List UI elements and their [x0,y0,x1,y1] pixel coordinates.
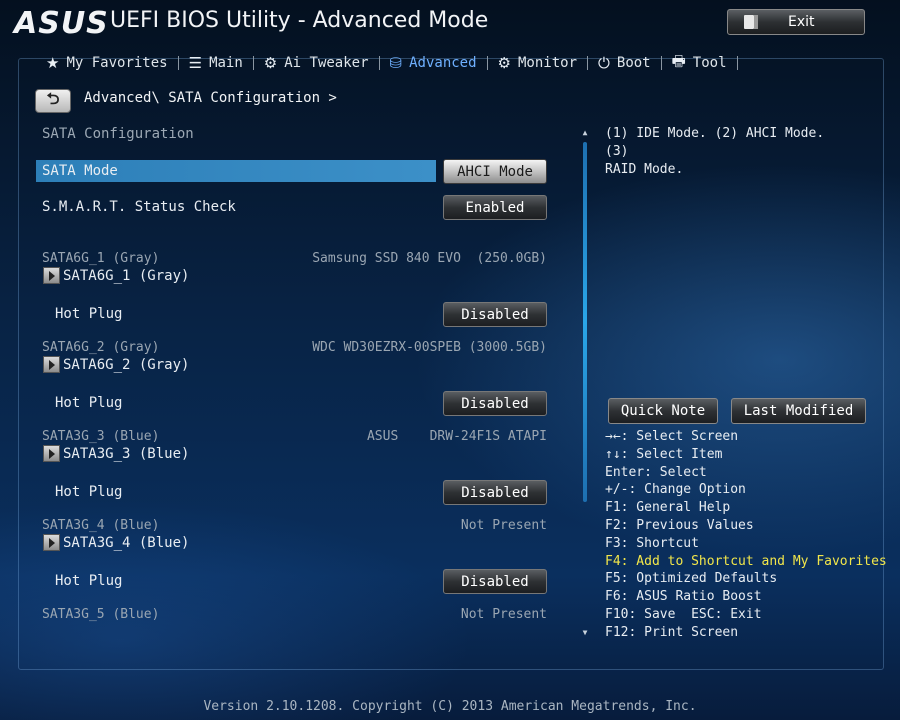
hot-plug-button[interactable]: Disabled [443,302,547,327]
submenu-label: SATA3G_3 (Blue) [63,445,190,462]
submenu-label: SATA3G_4 (Blue) [63,534,190,551]
port-submenu-item[interactable]: SATA6G_2 (Gray) [43,356,189,373]
port-device: WDC WD30EZRX-00SPEB (3000.5GB) [312,340,547,355]
smart-status-button[interactable]: Enabled [443,195,547,220]
key-hint: Enter: Select [605,464,707,480]
submenu-label: SATA6G_1 (Gray) [63,267,190,284]
key-hint: →←: Select Screen [605,429,739,444]
port-device: Not Present [460,607,547,622]
smart-status-label: S.M.A.R.T. Status Check [42,199,236,215]
tab-my-favorites[interactable]: ★ My Favorites [36,50,178,76]
back-button[interactable]: ⮌ [35,89,71,113]
key-hint: +/-: Change Option [605,482,746,498]
port-name: SATA3G_4 (Blue) [42,518,160,533]
star-icon: ★ [46,54,60,72]
submenu-arrow-icon [43,445,60,462]
submenu-label: SATA6G_2 (Gray) [63,356,190,373]
hot-plug-button[interactable]: Disabled [443,480,547,505]
tab-label: Main [209,55,243,71]
tool-icon: 🖶 [671,51,686,70]
section-title: SATA Configuration [42,126,194,142]
tab-label: Advanced [409,55,477,71]
key-hint: F1: General Help [605,500,731,516]
tab-monitor[interactable]: ⚙ Monitor [488,50,587,76]
port-name: SATA3G_3 (Blue) [42,429,160,444]
tab-label: Tool [692,55,727,71]
port-device: Not Present [460,518,547,533]
submenu-arrow-icon [43,267,60,284]
hot-plug-button[interactable]: Disabled [443,391,547,416]
hot-plug-button[interactable]: Disabled [443,569,547,594]
back-arrow-icon: ⮌ [46,88,60,108]
key-hint: F12: Print Screen [605,624,739,640]
port-submenu-item[interactable]: SATA3G_4 (Blue) [43,534,189,551]
port-name: SATA3G_5 (Blue) [42,607,160,622]
port-name: SATA6G_1 (Gray) [42,251,160,266]
scroll-up-arrow-icon[interactable]: ▲ [581,128,589,138]
tab-label: My Favorites [66,55,168,71]
tab-bar: ★ My Favorites ☰ Main ⚙ Ai Tweaker ⛁ Adv… [36,50,738,76]
tab-label: Ai Tweaker [284,55,369,71]
version-footer: Version 2.10.1208. Copyright (C) 2013 Am… [203,699,697,714]
exit-door-icon [744,15,758,29]
hot-plug-label: Hot Plug [55,306,123,322]
quick-note-button[interactable]: Quick Note [608,398,718,424]
app-title: UEFI BIOS Utility - Advanced Mode [110,8,489,33]
sata-mode-label: SATA Mode [42,163,118,179]
hot-plug-label: Hot Plug [55,573,123,589]
breadcrumb: Advanced\ SATA Configuration > [84,90,337,106]
tab-ai-tweaker[interactable]: ⚙ Ai Tweaker [254,50,379,76]
help-text: (1) IDE Mode. (2) AHCI Mode. (3) RAID Mo… [605,125,855,179]
submenu-arrow-icon [43,356,60,373]
tab-label: Monitor [518,55,578,71]
port-submenu-item[interactable]: SATA6G_1 (Gray) [43,267,189,284]
key-hint: ↑↓: Select Item [605,446,723,462]
key-legend: →←: Select Screen ↑↓: Select Item Enter:… [605,428,887,642]
tab-boot[interactable]: ⏻ Boot [588,50,661,76]
last-modified-button[interactable]: Last Modified [731,398,866,424]
power-icon: ⏻ [598,54,610,72]
scroll-thumb[interactable] [583,142,587,502]
key-hint-highlighted: F4: Add to Shortcut and My Favorites [605,553,887,569]
port-device: Samsung SSD 840 EVO (250.0GB) [312,251,547,266]
tab-tool[interactable]: 🖶 Tool [662,50,737,76]
asus-logo: ASUS [14,6,109,41]
tweaker-icon: ⚙ [263,54,278,72]
key-hint: F6: ASUS Ratio Boost [605,589,762,605]
port-name: SATA6G_2 (Gray) [42,340,160,355]
exit-button[interactable]: Exit [727,9,865,35]
submenu-arrow-icon [43,534,60,551]
port-device: ASUS DRW-24F1S ATAPI [366,429,547,444]
help-line: (1) IDE Mode. (2) AHCI Mode. (3) [605,126,825,159]
tab-separator [736,56,738,70]
monitor-icon: ⚙ [497,54,511,72]
key-hint: F10: Save ESC: Exit [605,606,762,622]
exit-label: Exit [788,14,815,30]
key-hint: F5: Optimized Defaults [605,571,778,587]
tab-label: Boot [616,55,651,71]
key-hint: F3: Shortcut [605,535,699,551]
scroll-down-arrow-icon[interactable]: ▼ [581,628,589,638]
help-line: RAID Mode. [605,162,684,177]
advanced-icon: ⛁ [389,54,403,72]
list-icon: ☰ [188,54,203,72]
port-submenu-item[interactable]: SATA3G_3 (Blue) [43,445,189,462]
tab-main[interactable]: ☰ Main [179,50,253,76]
sata-mode-value-button[interactable]: AHCI Mode [443,159,547,184]
hot-plug-label: Hot Plug [55,484,123,500]
tab-advanced[interactable]: ⛁ Advanced [380,50,487,76]
hot-plug-label: Hot Plug [55,395,123,411]
key-hint: F2: Previous Values [605,517,754,533]
scrollbar[interactable]: ▲ ▼ [581,128,589,638]
